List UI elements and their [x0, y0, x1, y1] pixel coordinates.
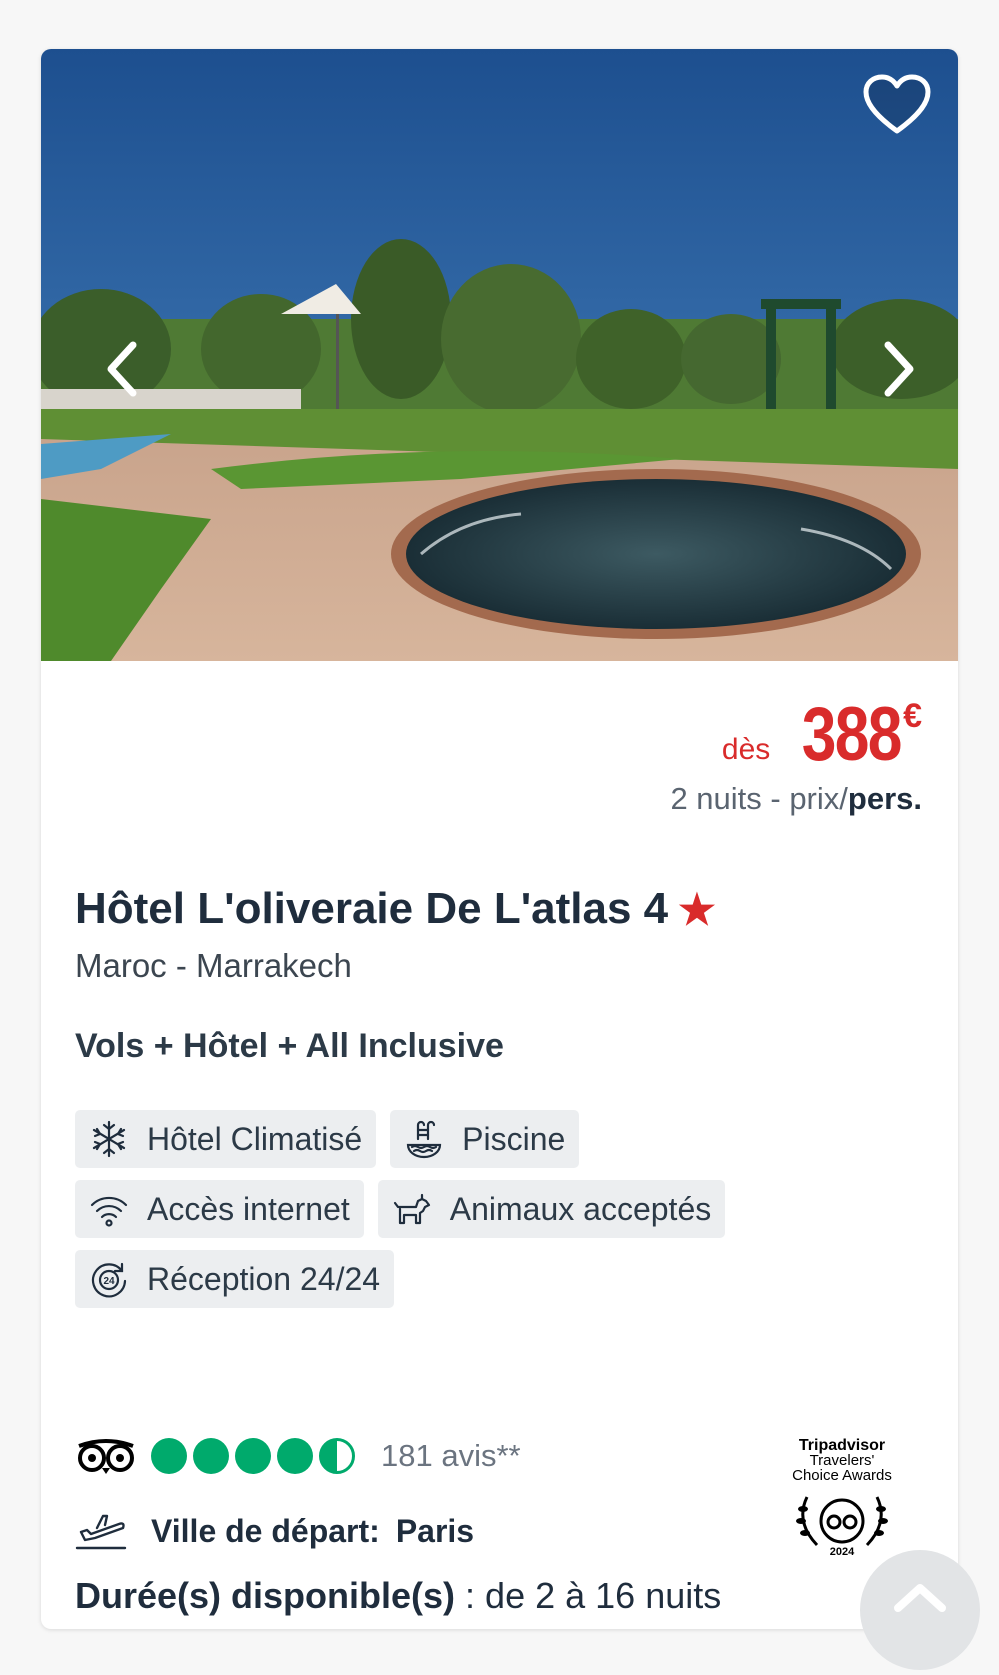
- next-photo-chevron-icon[interactable]: [878, 339, 918, 399]
- price-prefix: dès: [721, 733, 771, 766]
- tripadvisor-owl-icon: [78, 1439, 134, 1474]
- rating-bubble: [235, 1438, 271, 1474]
- rating-bubble: [151, 1438, 187, 1474]
- pool-icon: [407, 1120, 442, 1159]
- rating-bubble: [193, 1438, 229, 1474]
- price-amount: 388: [802, 692, 903, 777]
- scroll-to-top-button[interactable]: [860, 1550, 980, 1670]
- award-line3: Choice Awards: [792, 1467, 892, 1484]
- hotel-name[interactable]: Hôtel L'oliveraie De L'atlas 4: [75, 884, 668, 934]
- price-details-bold: pers.: [847, 781, 922, 816]
- hotel-location: Maroc - Marrakech: [75, 947, 352, 984]
- amenity-chip: 24 Réception 24/24: [75, 1250, 395, 1308]
- previous-photo-chevron-icon[interactable]: [103, 339, 143, 399]
- chevron-up-icon: [894, 1584, 946, 1612]
- reception-24-icon: 24: [91, 1262, 127, 1298]
- duration-value: : de 2 à 16 nuits: [455, 1575, 722, 1616]
- laurel-owl-icon: 2024: [796, 1496, 888, 1558]
- hotel-photo: [41, 49, 958, 661]
- amenity-label: Réception 24/24: [147, 1260, 381, 1297]
- award-line1: Tripadvisor: [798, 1437, 886, 1454]
- svg-text:24: 24: [103, 1276, 115, 1287]
- amenity-chip: Piscine: [390, 1110, 580, 1168]
- amenity-label: Animaux acceptés: [449, 1190, 712, 1227]
- favorite-heart-icon[interactable]: [862, 73, 932, 137]
- hotel-card[interactable]: dès 388 € 2 nuits - prix/pers. Hôtel L'o…: [41, 49, 958, 1629]
- rating-bubble: [277, 1438, 313, 1474]
- hotel-photo-image: [41, 49, 958, 661]
- hotel-title[interactable]: Hôtel L'oliveraie De L'atlas 4 ★: [75, 884, 716, 934]
- award-year: 2024: [830, 1546, 855, 1557]
- amenity-chip: Animaux acceptés: [377, 1180, 726, 1238]
- snowflake-icon: [92, 1120, 126, 1158]
- rating-bubble-half: [319, 1438, 355, 1474]
- tripadvisor-award-badge: Tripadvisor Travelers' Choice Awards 202…: [777, 1438, 907, 1560]
- amenity-label: Accès internet: [147, 1190, 350, 1227]
- duration-info: Durée(s) disponible(s) : de 2 à 16 nuits: [75, 1575, 721, 1617]
- amenity-chip: Accès internet: [75, 1180, 364, 1238]
- package-formula: Vols + Hôtel + All Inclusive: [75, 1027, 504, 1065]
- tripadvisor-rating[interactable]: 181 avis**: [75, 1436, 521, 1476]
- departure-info: Ville de départ: Paris: [75, 1510, 474, 1552]
- star-icon: ★: [678, 885, 716, 933]
- amenity-label: Piscine: [462, 1120, 566, 1157]
- price-details-prefix: 2 nuits - prix/: [670, 781, 848, 816]
- price-currency: €: [903, 697, 922, 735]
- departure-city: Paris: [395, 1512, 475, 1549]
- amenity-label: Hôtel Climatisé: [147, 1120, 363, 1157]
- duration-label: Durée(s) disponible(s): [75, 1575, 456, 1616]
- price-details: 2 nuits - prix/pers.: [670, 781, 922, 817]
- wifi-icon: [90, 1196, 128, 1227]
- pet-icon: [393, 1193, 430, 1225]
- amenity-chip: Hôtel Climatisé: [75, 1110, 377, 1168]
- amenities-list: Hôtel Climatisé Piscine Accès internet A…: [75, 1110, 935, 1320]
- plane-departure-icon: [75, 1514, 127, 1550]
- price-line: dès 388 €: [670, 697, 922, 773]
- price-block: dès 388 € 2 nuits - prix/pers.: [670, 697, 922, 817]
- departure-label: Ville de départ:: [151, 1512, 380, 1549]
- award-line2: Travelers': [809, 1452, 875, 1469]
- review-count[interactable]: 181 avis**: [381, 1438, 521, 1474]
